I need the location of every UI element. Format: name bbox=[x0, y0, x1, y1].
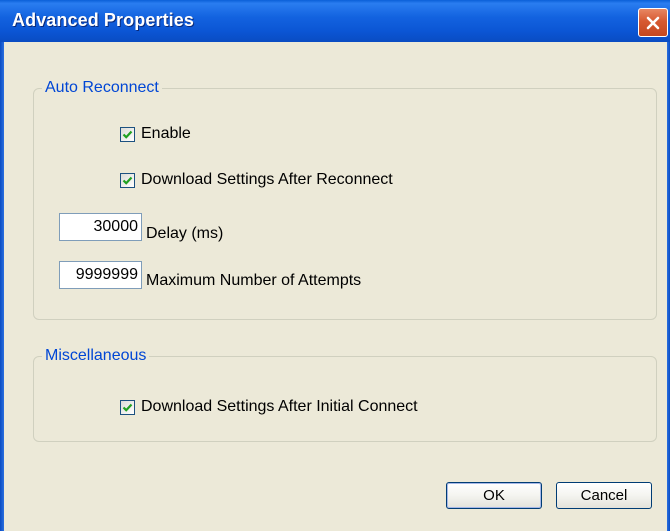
title-bar[interactable]: Advanced Properties bbox=[0, 0, 670, 42]
download-after-reconnect-row[interactable]: Download Settings After Reconnect bbox=[120, 171, 393, 189]
enable-label: Enable bbox=[141, 125, 191, 142]
enable-checkbox-row[interactable]: Enable bbox=[120, 125, 191, 143]
check-mark-icon bbox=[122, 130, 133, 139]
ok-button[interactable]: OK bbox=[446, 482, 542, 509]
download-initial-connect-row[interactable]: Download Settings After Initial Connect bbox=[120, 398, 418, 416]
check-mark-icon bbox=[122, 176, 133, 185]
close-icon bbox=[646, 16, 660, 29]
close-button[interactable] bbox=[638, 8, 668, 37]
enable-checkbox[interactable] bbox=[120, 126, 135, 142]
delay-label: Delay (ms) bbox=[146, 225, 224, 242]
check-mark-icon bbox=[122, 403, 133, 412]
download-initial-connect-checkbox[interactable] bbox=[120, 399, 135, 415]
miscellaneous-legend: Miscellaneous bbox=[42, 347, 150, 365]
max-attempts-input[interactable]: 9999999 bbox=[59, 261, 142, 289]
download-initial-connect-label: Download Settings After Initial Connect bbox=[141, 398, 418, 415]
window-frame-left bbox=[0, 42, 4, 531]
delay-input[interactable]: 30000 bbox=[59, 213, 142, 241]
advanced-properties-dialog: Advanced Properties Auto Reconnect Enabl… bbox=[0, 0, 670, 531]
download-after-reconnect-checkbox[interactable] bbox=[120, 172, 135, 188]
cancel-button[interactable]: Cancel bbox=[556, 482, 652, 509]
max-attempts-label: Maximum Number of Attempts bbox=[146, 272, 362, 289]
auto-reconnect-legend: Auto Reconnect bbox=[42, 79, 162, 97]
download-after-reconnect-label: Download Settings After Reconnect bbox=[141, 171, 393, 188]
window-title: Advanced Properties bbox=[12, 10, 194, 30]
